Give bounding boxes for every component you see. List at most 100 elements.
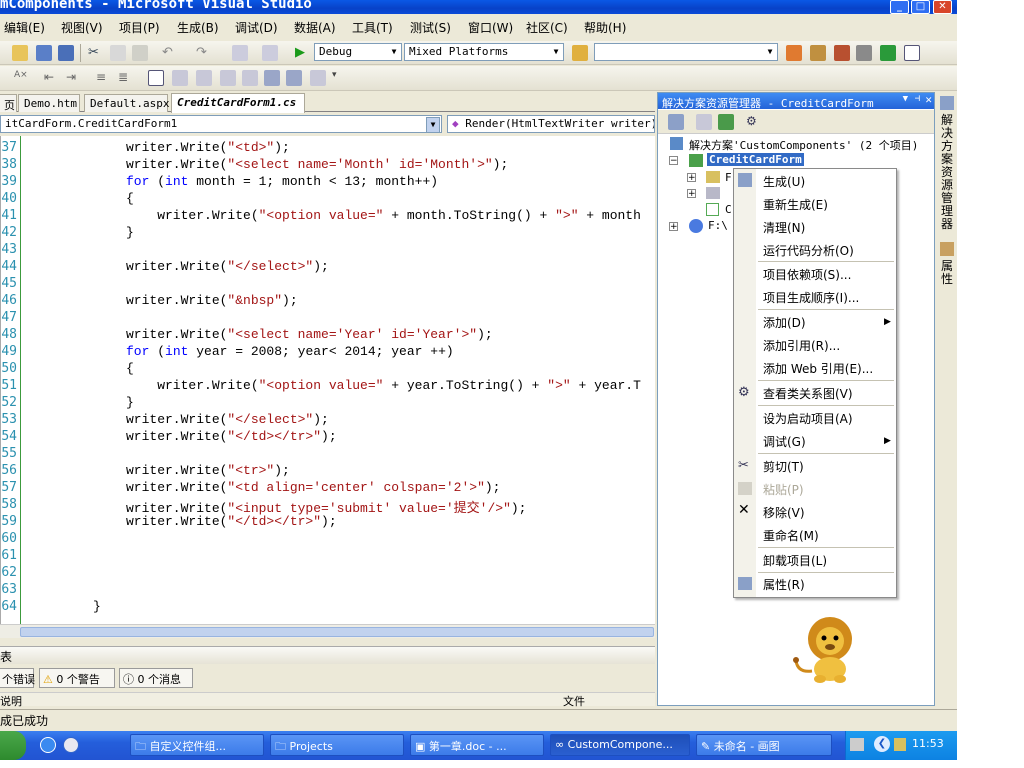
redo-icon[interactable]: ↷ [196,45,212,61]
menu-view[interactable]: 视图(V) [61,19,103,36]
ctx-set-startup[interactable]: 设为启动项目(A) [763,410,853,427]
tab-default-aspx[interactable]: Default.aspx [84,94,169,112]
code-line[interactable]: writer.Write("<select name='Month' id='M… [126,157,508,172]
ctx-add-web-reference[interactable]: 添加 Web 引用(E)... [763,360,873,377]
properties-icon[interactable] [668,114,684,130]
ctx-rebuild[interactable]: 重新生成(E) [763,196,828,213]
menu-edit[interactable]: 编辑(E) [4,19,45,36]
open-icon[interactable] [12,45,28,61]
horizontal-scrollbar[interactable] [0,624,655,638]
close-button[interactable]: ✕ [933,0,952,14]
expand-icon[interactable]: + [687,189,696,199]
menu-test[interactable]: 测试(S) [410,19,451,36]
taskbar-item-word-doc[interactable]: ▣ 第一章.doc - ... [410,734,544,756]
solution-explorer-icon[interactable] [786,45,802,61]
quicklaunch-icon[interactable] [63,737,79,753]
ctx-rename[interactable]: 重命名(M) [763,527,819,544]
configuration-combo[interactable]: Debug ▼ [314,43,402,61]
copy-icon[interactable] [110,45,126,61]
lion-assistant-icon[interactable] [790,615,862,685]
type-combo[interactable]: itCardForm.CreditCardForm1 ▼ [0,115,442,133]
ctx-build-order[interactable]: 项目生成顺序(I)... [763,289,859,306]
code-line[interactable]: writer.Write("<select name='Year' id='Ye… [126,327,493,342]
column-description[interactable]: 说明 [0,693,22,709]
navigate-back-icon[interactable] [232,45,248,61]
tray-expand-icon[interactable]: ❮ [874,736,890,752]
next-bookmark-folder-icon[interactable] [242,70,258,86]
menu-debug[interactable]: 调试(D) [235,19,278,36]
outdent-icon[interactable]: ⇤ [44,70,60,86]
clock[interactable]: 11:53 [912,737,944,750]
platform-combo[interactable]: Mixed Platforms ▼ [404,43,564,61]
prev-bookmark-document-icon[interactable] [264,70,280,86]
taskbar-item-paint[interactable]: ✎ 未命名 - 画图 [696,734,832,756]
menu-data[interactable]: 数据(A) [294,19,336,36]
code-line[interactable]: writer.Write("<option value=" + year.ToS… [126,378,641,393]
class-diagram-icon[interactable]: ⚙ [746,114,762,130]
indent-icon[interactable]: ⇥ [66,70,82,86]
show-all-files-icon[interactable] [696,114,712,130]
minimize-button[interactable]: _ [890,0,909,14]
code-line[interactable]: writer.Write("<td align='center' colspan… [126,480,500,495]
next-bookmark-icon[interactable] [196,70,212,86]
messages-filter-button[interactable]: ⓘ 0 个消息 [119,668,193,688]
solution-root-node[interactable]: 解决方案'CustomComponents' (2 个项目) [689,137,918,153]
code-editor[interactable]: 37 writer.Write("<td>"); 38 writer.Write("<… [0,136,655,624]
ctx-view-class-diagram[interactable]: 查看类关系图(V) [763,385,853,402]
tree-item-c[interactable]: C [725,203,732,216]
start-debug-icon[interactable]: ▶ [295,45,311,61]
code-line[interactable]: { [126,361,134,376]
start-page-icon[interactable] [880,45,896,61]
prev-bookmark-folder-icon[interactable] [220,70,236,86]
ctx-properties[interactable]: 属性(R) [763,576,805,593]
uncomment-icon[interactable]: ≣ [118,70,134,86]
menu-tools[interactable]: 工具(T) [352,19,393,36]
code-line[interactable]: } [93,599,101,614]
network-icon[interactable] [894,738,906,751]
comment-icon[interactable]: ≡ [96,70,112,86]
start-button[interactable] [0,731,26,760]
ctx-project-dependencies[interactable]: 项目依赖项(S)... [763,266,851,283]
ctx-code-analysis[interactable]: 运行代码分析(O) [763,242,854,259]
parameter-info-icon[interactable]: A× [14,70,30,86]
taskbar-item-projects[interactable]: 🗀 Projects [270,734,404,756]
cut-icon[interactable]: ✂ [88,45,104,61]
column-file[interactable]: 文件 [563,693,585,709]
find-combo[interactable]: ▼ [594,43,778,61]
keyboard-icon[interactable] [850,738,864,751]
close-panel-icon[interactable]: ✕ [925,93,932,106]
ctx-cut[interactable]: 剪切(T) [763,458,804,475]
tab-page[interactable]: 页 [0,94,17,112]
menu-project[interactable]: 项目(P) [119,19,160,36]
errors-filter-button[interactable]: 个错误 [0,668,35,688]
bookmark-icon[interactable] [148,70,164,86]
tree-item-a[interactable]: F [725,171,732,184]
collapse-icon[interactable]: − [669,156,678,166]
ie-icon[interactable] [40,737,56,753]
solution-explorer-tab-icon[interactable] [940,96,954,110]
taskbar-item-custom-controls[interactable]: 🗀 自定义控件组... [130,734,264,756]
find-in-files-icon[interactable] [572,45,588,61]
maximize-button[interactable]: □ [911,0,930,14]
prev-bookmark-icon[interactable] [172,70,188,86]
refresh-icon[interactable] [718,114,734,130]
code-line[interactable]: for (int month = 1; month < 13; month++) [126,174,438,189]
code-line[interactable]: writer.Write("</select>"); [126,412,329,427]
taskbar-item-visual-studio[interactable]: ∞ CustomCompone... [550,734,690,756]
tab-creditcardform1-cs[interactable]: CreditCardForm1.cs [171,93,305,113]
code-line[interactable]: for (int year = 2008; year< 2014; year +… [126,344,454,359]
member-combo[interactable]: ◆ Render(HtmlTextWriter writer) [447,115,655,133]
expand-icon[interactable]: + [669,222,678,232]
properties-side-tab[interactable]: 属性 [939,260,955,290]
object-browser-icon[interactable] [834,45,850,61]
navigate-forward-icon[interactable] [262,45,278,61]
scroll-thumb[interactable] [20,627,654,637]
code-line[interactable]: writer.Write("</td></tr>"); [126,429,337,444]
next-bookmark-document-icon[interactable] [286,70,302,86]
ctx-add[interactable]: 添加(D) [763,314,806,331]
warnings-filter-button[interactable]: ⚠ 0 个警告 [39,668,115,688]
expand-icon[interactable]: + [687,173,696,183]
toolbar-overflow-icon[interactable]: ▾ [332,70,348,86]
window-icon[interactable] [904,45,920,61]
dropdown-icon[interactable]: ▼ [903,94,908,104]
